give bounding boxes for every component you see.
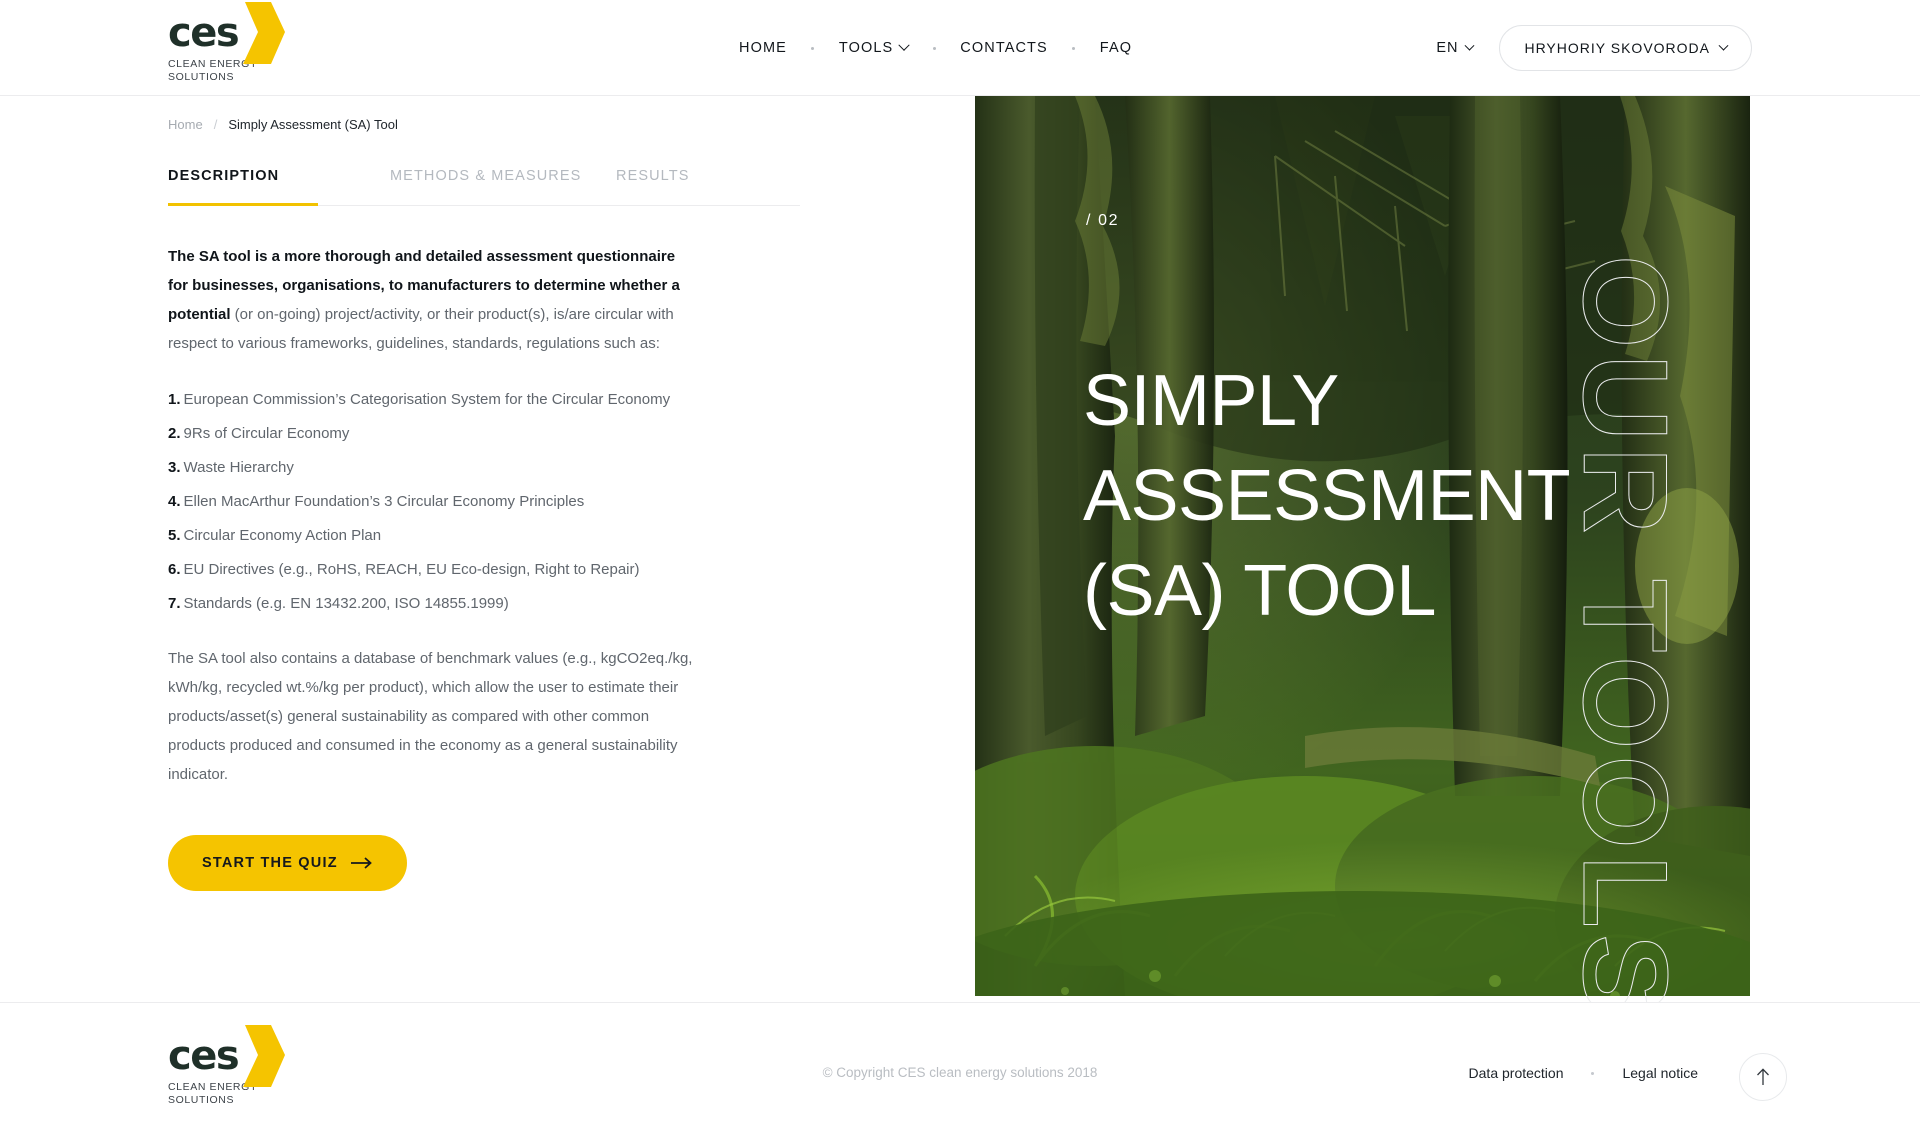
start-quiz-button[interactable]: START THE QUIZ: [168, 835, 407, 891]
breadcrumb-separator: /: [213, 117, 218, 132]
list-item-number: 2.: [168, 425, 181, 442]
content-tabs: DESCRIPTION METHODS & MEASURES RESULTS: [168, 168, 828, 206]
list-item: 7. Standards (e.g. EN 13432.200, ISO 1485…: [168, 587, 686, 621]
list-item-number: 1.: [168, 391, 181, 408]
nav-label-contacts: CONTACTS: [960, 40, 1048, 56]
nav-item-contacts[interactable]: CONTACTS: [956, 40, 1051, 56]
header-logo[interactable]: ces Clean Energy Solutions: [168, 2, 288, 84]
start-quiz-label: START THE QUIZ: [202, 855, 338, 871]
hero-title: Simply Assessment (SA) Tool: [1083, 361, 1569, 631]
list-item-number: 6.: [168, 561, 181, 578]
nav-label-faq: FAQ: [1099, 40, 1133, 56]
user-menu-button[interactable]: HRYHORIY SKOVORODA: [1499, 25, 1752, 71]
hero-counter: / 02: [1086, 212, 1120, 229]
list-item: 1. European Commission’s Categorisation S…: [168, 383, 686, 417]
arrow-right-icon: [350, 857, 372, 869]
breadcrumb-home-link[interactable]: Home: [168, 117, 203, 132]
tab-active-indicator: [168, 203, 318, 206]
list-item: 6. EU Directives (e.g., RoHS, REACH, EU E…: [168, 553, 686, 587]
list-item-text: Standards (e.g. EN 13432.200, ISO 14855.…: [183, 595, 509, 612]
list-item-text: European Commission’s Categorisation Sys…: [183, 391, 671, 408]
chevron-logo-icon: [243, 2, 285, 64]
language-label: EN: [1436, 40, 1459, 56]
list-item: 3. Waste Hierarchy: [168, 451, 686, 485]
main-content-column: Home / Simply Assessment (SA) Tool DESCR…: [168, 96, 828, 891]
list-item-number: 4.: [168, 493, 181, 510]
tab-results[interactable]: RESULTS: [616, 168, 690, 206]
frameworks-list: 1. European Commission’s Categorisation S…: [168, 383, 686, 621]
language-selector[interactable]: EN: [1436, 40, 1475, 56]
list-item-text: 9Rs of Circular Economy: [183, 425, 350, 442]
site-footer: ces Clean Energy Solutions © Copyright C…: [0, 1002, 1920, 1146]
chevron-down-icon: [1718, 40, 1729, 51]
footer-link-legal-notice[interactable]: Legal notice: [1622, 1065, 1698, 1081]
description-tail-paragraph: The SA tool also contains a database of …: [168, 650, 693, 783]
arrow-up-icon: [1757, 1068, 1769, 1085]
breadcrumb: Home / Simply Assessment (SA) Tool: [168, 96, 828, 132]
footer-separator-dot: [1591, 1071, 1595, 1075]
description-lead-rest: (or on-going) project/activity, or their…: [168, 306, 674, 352]
tab-methods-and-measures[interactable]: METHODS & MEASURES: [390, 168, 616, 206]
nav-label-home: HOME: [739, 40, 787, 56]
chevron-down-icon: [1465, 40, 1475, 51]
nav-separator-dot: [1052, 46, 1096, 50]
list-item-number: 7.: [168, 595, 181, 612]
chevron-down-icon: [898, 39, 910, 51]
description-body: The SA tool is a more thorough and detai…: [168, 242, 692, 891]
footer-link-data-protection[interactable]: Data protection: [1469, 1065, 1564, 1081]
nav-separator-dot: [912, 46, 956, 50]
site-header: ces Clean Energy Solutions HOME TOOLS CO…: [0, 0, 1920, 96]
logo-mark: ces: [168, 2, 288, 64]
scroll-to-top-button[interactable]: [1739, 1053, 1787, 1101]
list-item-text: Ellen MacArthur Foundation’s 3 Circular …: [183, 493, 585, 510]
list-item-text: EU Directives (e.g., RoHS, REACH, EU Eco…: [183, 561, 640, 578]
list-item: 2. 9Rs of Circular Economy: [168, 417, 686, 451]
header-right-cluster: EN HRYHORIY SKOVORODA: [1436, 0, 1752, 96]
nav-item-tools[interactable]: TOOLS: [835, 39, 912, 56]
list-item-text: Circular Economy Action Plan: [183, 527, 382, 544]
list-item-text: Waste Hierarchy: [183, 459, 294, 476]
description-lead-paragraph: The SA tool is a more thorough and detai…: [168, 242, 686, 358]
logo-wordmark: ces: [168, 10, 240, 56]
list-item-number: 5.: [168, 527, 181, 544]
hero-panel: / 02 Simply Assessment (SA) Tool: [975, 96, 1750, 996]
main-navigation: HOME TOOLS CONTACTS FAQ: [735, 0, 1136, 96]
list-item: 5. Circular Economy Action Plan: [168, 519, 686, 553]
nav-item-home[interactable]: HOME: [735, 40, 791, 56]
breadcrumb-current: Simply Assessment (SA) Tool: [228, 117, 398, 132]
footer-links: Data protection Legal notice: [1469, 1065, 1698, 1081]
list-item: 4. Ellen MacArthur Foundation’s 3 Circula…: [168, 485, 686, 519]
nav-item-faq[interactable]: FAQ: [1096, 40, 1136, 56]
list-item-number: 3.: [168, 459, 181, 476]
nav-label-tools: TOOLS: [838, 40, 894, 56]
user-name-label: HRYHORIY SKOVORODA: [1524, 40, 1710, 56]
nav-separator-dot: [791, 46, 835, 50]
tab-description[interactable]: DESCRIPTION: [168, 168, 390, 206]
